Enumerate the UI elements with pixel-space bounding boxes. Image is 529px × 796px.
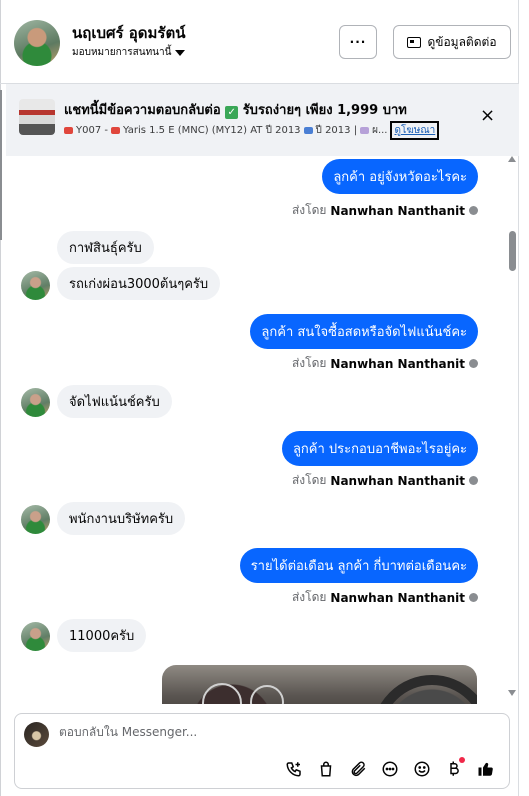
thumbs-up-icon[interactable] [475, 758, 497, 780]
incoming-message[interactable]: พนักงานบริษัทครับ [57, 502, 186, 535]
sent-by-label: ส่งโดย Nanwhan Nanthanit [292, 354, 478, 373]
sent-by-prefix: ส่งโดย [291, 590, 327, 604]
contact-avatar-small[interactable] [21, 622, 50, 651]
assign-label: มอบหมายการสนทนานี้ [72, 47, 172, 58]
reply-input[interactable] [59, 725, 439, 739]
baht-icon[interactable] [443, 757, 465, 780]
paperclip-icon[interactable] [347, 758, 369, 780]
outgoing-message[interactable]: รายได้ต่อเดือน ลูกค้า กี่บาทต่อเดือนคะ [239, 548, 478, 583]
incoming-message[interactable]: จัดไฟแน้นช์ครับ [57, 385, 172, 418]
scroll-down-arrow-icon[interactable] [508, 690, 516, 696]
contact-avatar-small[interactable] [21, 388, 50, 417]
sender-name: Nanwhan Nanthanit [330, 590, 465, 605]
page-avatar [24, 722, 49, 747]
chat-bubble-icon[interactable] [379, 758, 401, 780]
sender-name: Nanwhan Nanthanit [330, 473, 465, 488]
more-label: ··· [349, 35, 367, 49]
composer-toolbar [283, 757, 497, 780]
ad-more: ผ... [372, 125, 388, 136]
outgoing-message[interactable]: ลูกค้า อยู่จังหวัดอะไรคะ [322, 159, 478, 194]
sent-by-prefix: ส่งโดย [291, 203, 327, 217]
contact-avatar[interactable] [14, 20, 60, 66]
ad-title-main: แชทนี้มีข้อความตอบกลับต่อ [64, 103, 221, 118]
sent-by-label: ส่งโดย Nanwhan Nanthanit [292, 471, 478, 490]
contact-info-label: ดูข้อมูลติดต่อ [427, 34, 497, 49]
ad-subtitle: Y007 - Yaris 1.5 E (MNC) (MY12) AT ปี 20… [64, 121, 440, 140]
chat-window: นฤเบศร์ อุดมรัตน์ มอบหมายการสนทนานี้ ···… [0, 0, 529, 796]
ad-title-rest: รับรถง่ายๆ เพียง 1,999 บาท [242, 103, 407, 118]
message-text: กาฬสินธุ์ครับ [69, 241, 142, 256]
view-contact-info-button[interactable]: ดูข้อมูลติดต่อ [393, 25, 511, 59]
message-text: ลูกค้า อยู่จังหวัดอะไรคะ [333, 170, 467, 185]
ad-code: Y007 - [76, 125, 108, 136]
ad-thumbnail [19, 99, 55, 135]
smiley-icon[interactable] [411, 758, 433, 780]
check-mark-icon: ✓ [225, 106, 239, 119]
info-icon[interactable] [469, 476, 478, 485]
scrollbar-thumb[interactable] [509, 231, 516, 271]
close-banner-button[interactable]: × [480, 106, 495, 126]
message-text: พนักงานบริษัทครับ [69, 512, 174, 527]
steering-wheel-shape [372, 675, 477, 704]
outgoing-message[interactable]: ลูกค้า สนใจซื้อสดหรือจัดไฟแน้นช์คะ [250, 314, 478, 349]
info-icon[interactable] [469, 359, 478, 368]
incoming-message[interactable]: กาฬสินธุ์ครับ [57, 231, 154, 264]
shopping-bag-icon[interactable] [315, 758, 337, 780]
gauge-shape [250, 685, 284, 704]
more-options-button[interactable]: ··· [339, 25, 377, 59]
calendar-icon [303, 127, 313, 134]
car-icon [110, 127, 120, 134]
ad-title: แชทนี้มีข้อความตอบกลับต่อ ✓ รับรถง่ายๆ เ… [64, 99, 407, 120]
ad-context-banner: แชทนี้มีข้อความตอบกลับต่อ ✓ รับรถง่ายๆ เ… [6, 84, 519, 156]
sent-by-prefix: ส่งโดย [291, 473, 327, 487]
message-text: จัดไฟแน้นช์ครับ [69, 395, 160, 410]
car-interior-photo[interactable] [162, 665, 477, 704]
notification-dot [459, 757, 465, 763]
reply-composer [14, 713, 510, 789]
conversation-header: นฤเบศร์ อุดมรัตน์ มอบหมายการสนทนานี้ ···… [0, 0, 519, 84]
car-icon [64, 127, 73, 134]
contact-avatar-small[interactable] [21, 271, 50, 300]
caret-down-icon [175, 49, 186, 56]
contact-avatar-small[interactable] [21, 505, 50, 534]
message-text: ลูกค้า สนใจซื้อสดหรือจัดไฟแน้นช์คะ [261, 325, 467, 340]
scroll-up-arrow-icon[interactable] [508, 156, 516, 162]
message-text: รายได้ต่อเดือน ลูกค้า กี่บาทต่อเดือนคะ [250, 559, 467, 574]
info-icon[interactable] [469, 593, 478, 602]
info-icon[interactable] [469, 206, 478, 215]
message-text: รถเก่งผ่อน3000ต้นๆครับ [69, 277, 209, 292]
sent-by-prefix: ส่งโดย [291, 356, 327, 370]
contact-name[interactable]: นฤเบศร์ อุดมรัตน์ [72, 21, 185, 45]
message-text: 11000ครับ [69, 629, 135, 644]
sent-by-label: ส่งโดย Nanwhan Nanthanit [292, 588, 478, 607]
sender-name: Nanwhan Nanthanit [330, 203, 465, 218]
incoming-message[interactable]: 11000ครับ [57, 619, 147, 652]
assign-conversation-dropdown[interactable]: มอบหมายการสนทนานี้ [72, 45, 186, 60]
ad-model: Yaris 1.5 E (MNC) (MY12) AT ปี 2013 [122, 125, 301, 136]
phone-plus-icon[interactable] [283, 758, 305, 780]
gauge-shape [202, 683, 242, 704]
sent-by-label: ส่งโดย Nanwhan Nanthanit [292, 201, 478, 220]
outgoing-message[interactable]: ลูกค้า ประกอบอาชีพอะไรอยู่คะ [281, 431, 478, 466]
ad-year: ปี 2013 | [315, 125, 358, 136]
message-thread[interactable]: ลูกค้า อยู่จังหวัดอะไรคะ ส่งโดย Nanwhan … [0, 156, 519, 704]
view-ad-link[interactable]: ดูโฆษณา [390, 121, 440, 140]
sender-name: Nanwhan Nanthanit [330, 356, 465, 371]
incoming-message[interactable]: รถเก่งผ่อน3000ต้นๆครับ [57, 267, 221, 300]
gear-icon [360, 127, 370, 134]
contact-card-icon [407, 36, 422, 48]
message-text: ลูกค้า ประกอบอาชีพอะไรอยู่คะ [292, 442, 467, 457]
